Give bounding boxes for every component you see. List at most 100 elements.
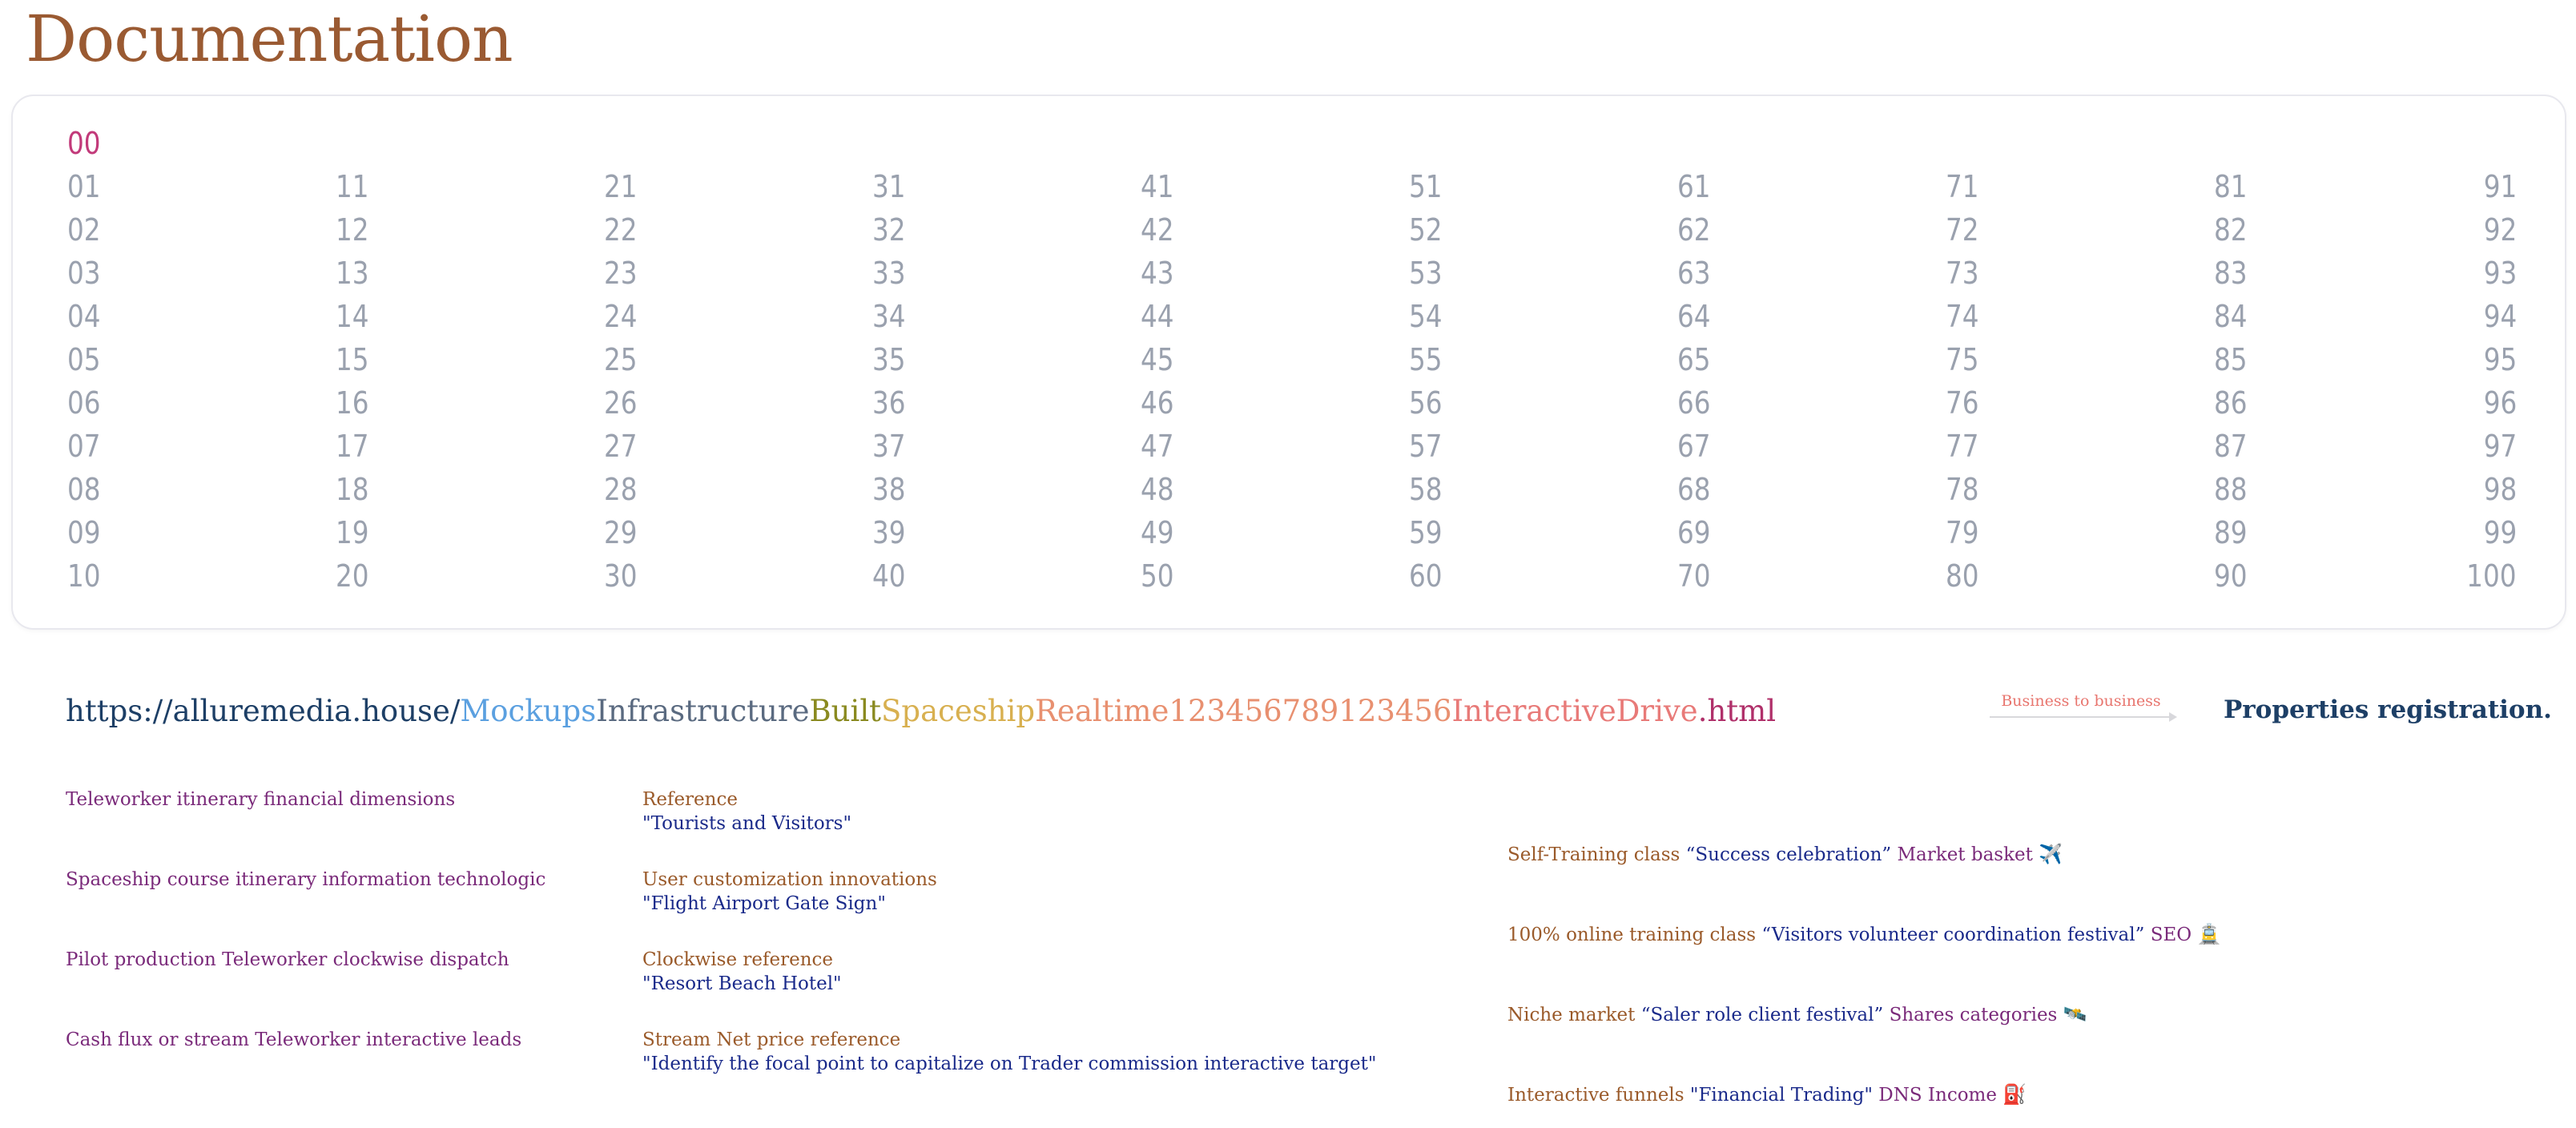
number-33[interactable]: 33 <box>872 252 906 295</box>
number-86[interactable]: 86 <box>2214 381 2248 425</box>
number-51[interactable]: 51 <box>1409 165 1443 208</box>
number-10[interactable]: 10 <box>67 554 101 598</box>
number-72[interactable]: 72 <box>1946 208 1979 252</box>
number-87[interactable]: 87 <box>2214 425 2248 468</box>
number-11[interactable]: 11 <box>336 165 369 208</box>
number-06[interactable]: 06 <box>67 381 101 425</box>
number-79[interactable]: 79 <box>1946 511 1979 554</box>
number-62[interactable]: 62 <box>1677 208 1711 252</box>
number-74[interactable]: 74 <box>1946 295 1979 338</box>
number-55[interactable]: 55 <box>1409 338 1443 381</box>
number-84[interactable]: 84 <box>2214 295 2248 338</box>
number-14[interactable]: 14 <box>336 295 369 338</box>
number-77[interactable]: 77 <box>1946 425 1979 468</box>
number-59[interactable]: 59 <box>1409 511 1443 554</box>
number-82[interactable]: 82 <box>2214 208 2248 252</box>
number-70[interactable]: 70 <box>1677 554 1711 598</box>
number-17[interactable]: 17 <box>336 425 369 468</box>
number-09[interactable]: 09 <box>67 511 101 554</box>
number-80[interactable]: 80 <box>1946 554 1979 598</box>
number-18[interactable]: 18 <box>336 468 369 511</box>
number-100[interactable]: 100 <box>2467 554 2517 598</box>
number-54[interactable]: 54 <box>1409 295 1443 338</box>
number-34[interactable]: 34 <box>872 295 906 338</box>
number-27[interactable]: 27 <box>604 425 638 468</box>
number-95[interactable]: 95 <box>2483 338 2517 381</box>
number-29[interactable]: 29 <box>604 511 638 554</box>
number-57[interactable]: 57 <box>1409 425 1443 468</box>
number-69[interactable]: 69 <box>1677 511 1711 554</box>
number-67[interactable]: 67 <box>1677 425 1711 468</box>
number-56[interactable]: 56 <box>1409 381 1443 425</box>
number-02[interactable]: 02 <box>67 208 101 252</box>
number-39[interactable]: 39 <box>872 511 906 554</box>
number-58[interactable]: 58 <box>1409 468 1443 511</box>
number-92[interactable]: 92 <box>2483 208 2517 252</box>
number-90[interactable]: 90 <box>2214 554 2248 598</box>
number-19[interactable]: 19 <box>336 511 369 554</box>
number-13[interactable]: 13 <box>336 252 369 295</box>
number-21[interactable]: 21 <box>604 165 638 208</box>
number-01[interactable]: 01 <box>67 165 101 208</box>
number-08[interactable]: 08 <box>67 468 101 511</box>
number-76[interactable]: 76 <box>1946 381 1979 425</box>
number-32[interactable]: 32 <box>872 208 906 252</box>
number-42[interactable]: 42 <box>1141 208 1174 252</box>
number-36[interactable]: 36 <box>872 381 906 425</box>
number-63[interactable]: 63 <box>1677 252 1711 295</box>
number-85[interactable]: 85 <box>2214 338 2248 381</box>
number-83[interactable]: 83 <box>2214 252 2248 295</box>
number-60[interactable]: 60 <box>1409 554 1443 598</box>
number-41[interactable]: 41 <box>1141 165 1174 208</box>
number-97[interactable]: 97 <box>2483 425 2517 468</box>
number-48[interactable]: 48 <box>1141 468 1174 511</box>
number-96[interactable]: 96 <box>2483 381 2517 425</box>
number-64[interactable]: 64 <box>1677 295 1711 338</box>
number-00[interactable]: 00 <box>67 122 101 165</box>
number-71[interactable]: 71 <box>1946 165 1979 208</box>
number-24[interactable]: 24 <box>604 295 638 338</box>
number-81[interactable]: 81 <box>2214 165 2248 208</box>
number-68[interactable]: 68 <box>1677 468 1711 511</box>
url-line[interactable]: https://alluremedia.house/MockupsInfrast… <box>66 694 1776 728</box>
number-38[interactable]: 38 <box>872 468 906 511</box>
number-03[interactable]: 03 <box>67 252 101 295</box>
number-78[interactable]: 78 <box>1946 468 1979 511</box>
number-99[interactable]: 99 <box>2483 511 2517 554</box>
number-53[interactable]: 53 <box>1409 252 1443 295</box>
number-66[interactable]: 66 <box>1677 381 1711 425</box>
number-93[interactable]: 93 <box>2483 252 2517 295</box>
number-22[interactable]: 22 <box>604 208 638 252</box>
number-89[interactable]: 89 <box>2214 511 2248 554</box>
number-25[interactable]: 25 <box>604 338 638 381</box>
number-47[interactable]: 47 <box>1141 425 1174 468</box>
number-49[interactable]: 49 <box>1141 511 1174 554</box>
number-75[interactable]: 75 <box>1946 338 1979 381</box>
number-30[interactable]: 30 <box>604 554 638 598</box>
number-20[interactable]: 20 <box>336 554 369 598</box>
number-44[interactable]: 44 <box>1141 295 1174 338</box>
number-50[interactable]: 50 <box>1141 554 1174 598</box>
number-04[interactable]: 04 <box>67 295 101 338</box>
number-15[interactable]: 15 <box>336 338 369 381</box>
number-94[interactable]: 94 <box>2483 295 2517 338</box>
number-91[interactable]: 91 <box>2483 165 2517 208</box>
number-26[interactable]: 26 <box>604 381 638 425</box>
number-98[interactable]: 98 <box>2483 468 2517 511</box>
number-16[interactable]: 16 <box>336 381 369 425</box>
number-65[interactable]: 65 <box>1677 338 1711 381</box>
number-52[interactable]: 52 <box>1409 208 1443 252</box>
number-61[interactable]: 61 <box>1677 165 1711 208</box>
number-40[interactable]: 40 <box>872 554 906 598</box>
number-37[interactable]: 37 <box>872 425 906 468</box>
number-28[interactable]: 28 <box>604 468 638 511</box>
number-45[interactable]: 45 <box>1141 338 1174 381</box>
number-46[interactable]: 46 <box>1141 381 1174 425</box>
number-73[interactable]: 73 <box>1946 252 1979 295</box>
number-43[interactable]: 43 <box>1141 252 1174 295</box>
number-35[interactable]: 35 <box>872 338 906 381</box>
number-12[interactable]: 12 <box>336 208 369 252</box>
number-88[interactable]: 88 <box>2214 468 2248 511</box>
number-07[interactable]: 07 <box>67 425 101 468</box>
number-31[interactable]: 31 <box>872 165 906 208</box>
